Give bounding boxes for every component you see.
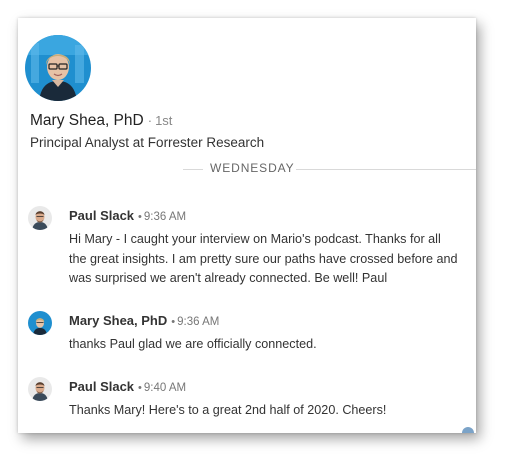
person-photo-icon [28,206,52,230]
time-separator: • [138,382,142,394]
seen-indicator-icon [462,427,474,433]
message-text: Thanks Mary! Here's to a great 2nd half … [69,403,387,417]
sender-name[interactable]: Mary Shea, PhD [69,313,167,328]
message-sender-row: Paul Slack • 9:36 AM [69,207,186,225]
connection-degree: 1st [155,113,173,128]
sender-avatar-paul[interactable] [28,206,52,230]
conversation-panel: Mary Shea, PhD · 1st Principal Analyst at … [18,18,476,433]
profile-separator: · [147,113,153,128]
profile-avatar[interactable] [25,35,91,101]
message-timestamp: 9:36 AM [177,316,220,328]
profile-name[interactable]: Mary Shea, PhD [30,112,144,129]
person-photo-icon [25,35,91,101]
divider-line-right [296,169,476,170]
divider-line-left [183,169,203,170]
message-sender-row: Paul Slack • 9:40 AM [69,378,186,396]
person-photo-icon [28,311,52,335]
day-divider-label: WEDNESDAY [210,161,295,175]
message-sender-row: Mary Shea, PhD • 9:36 AM [69,312,219,330]
time-separator: • [171,316,176,328]
profile-name-row: Mary Shea, PhD · 1st [30,112,172,130]
time-separator: • [138,211,142,223]
sender-avatar-paul[interactable] [28,377,52,401]
sender-name[interactable]: Paul Slack [69,208,134,223]
message-timestamp: 9:36 AM [143,211,187,223]
message-text: Hi Mary - I caught your interview on Mar… [69,232,458,285]
sender-name[interactable]: Paul Slack [69,379,134,394]
person-photo-icon [28,377,52,401]
message-timestamp: 9:40 AM [143,382,187,394]
profile-headline: Principal Analyst at Forrester Research [30,135,265,150]
sender-avatar-mary[interactable] [28,311,52,335]
day-divider: WEDNESDAY [18,159,476,179]
message-text: thanks Paul glad we are officially conne… [69,337,317,351]
